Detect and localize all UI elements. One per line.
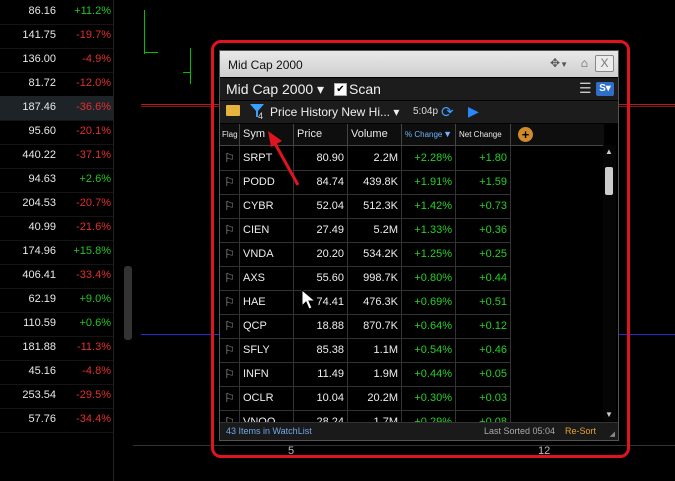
row-change: -20.7% — [76, 197, 111, 209]
mouse-cursor-icon — [301, 289, 317, 310]
row-change: +11.2% — [74, 5, 111, 17]
row-price: 110.59 — [23, 317, 56, 329]
list-item[interactable]: 40.99 -21.6% — [0, 216, 113, 241]
row-change: -21.6% — [76, 221, 111, 233]
row-change: -19.7% — [76, 29, 111, 41]
list-item[interactable]: 181.88 -11.3% — [0, 336, 113, 361]
row-change: +0.6% — [79, 317, 112, 329]
row-change: -4.9% — [82, 53, 111, 65]
list-item[interactable]: 86.16 +11.2% — [0, 0, 113, 25]
row-price: 57.76 — [28, 413, 56, 425]
row-change: -33.4% — [76, 269, 111, 281]
row-price: 45.16 — [28, 365, 56, 377]
list-item[interactable]: 110.59 +0.6% — [0, 312, 113, 337]
row-change: -36.6% — [76, 101, 111, 113]
row-price: 62.19 — [28, 293, 56, 305]
row-price: 95.60 — [28, 125, 56, 137]
list-item[interactable]: 45.16 -4.8% — [0, 360, 113, 385]
row-change: +2.6% — [79, 173, 112, 185]
row-price: 40.99 — [28, 221, 56, 233]
list-item[interactable]: 94.63 +2.6% — [0, 168, 113, 193]
list-item[interactable]: 204.53 -20.7% — [0, 192, 113, 217]
background-scrollbar-thumb[interactable] — [124, 266, 132, 340]
list-item[interactable]: 141.75 -19.7% — [0, 24, 113, 49]
row-price: 141.75 — [22, 29, 56, 41]
row-change: -12.0% — [76, 77, 111, 89]
list-item[interactable]: 174.96 +15.8% — [0, 240, 113, 265]
row-price: 440.22 — [22, 149, 56, 161]
row-price: 187.46 — [22, 101, 56, 113]
row-price: 406.41 — [22, 269, 56, 281]
row-price: 81.72 — [28, 77, 56, 89]
chart-bar — [190, 48, 191, 84]
row-change: +15.8% — [73, 245, 111, 257]
divider — [113, 0, 114, 481]
list-item[interactable]: 440.22 -37.1% — [0, 144, 113, 169]
row-price: 253.54 — [22, 389, 56, 401]
chart-bar-tick — [183, 72, 191, 73]
list-item[interactable]: 187.46 -36.6% — [0, 96, 113, 121]
row-price: 181.88 — [22, 341, 56, 353]
row-price: 86.16 — [28, 5, 56, 17]
background-price-list: 86.16 +11.2% 141.75 -19.7% 136.00 -4.9% 81.72 -… — [0, 0, 113, 481]
list-item[interactable]: 81.72 -12.0% — [0, 72, 113, 97]
chart-bar — [144, 10, 145, 54]
row-change: -4.8% — [82, 365, 111, 377]
row-change: +9.0% — [79, 293, 112, 305]
row-change: -11.3% — [76, 341, 111, 353]
list-item[interactable]: 95.60 -20.1% — [0, 120, 113, 145]
row-change: -29.5% — [76, 389, 111, 401]
annotation-frame — [211, 40, 630, 458]
list-item[interactable]: 57.76 -34.4% — [0, 408, 113, 433]
chart-bar-tick — [144, 52, 158, 53]
row-price: 204.53 — [22, 197, 56, 209]
list-item[interactable]: 62.19 +9.0% — [0, 288, 113, 313]
row-price: 94.63 — [28, 173, 56, 185]
row-price: 136.00 — [22, 53, 56, 65]
row-change: -37.1% — [76, 149, 111, 161]
list-item[interactable]: 253.54 -29.5% — [0, 384, 113, 409]
list-item[interactable]: 406.41 -33.4% — [0, 264, 113, 289]
row-price: 174.96 — [22, 245, 56, 257]
row-change: -34.4% — [76, 413, 111, 425]
list-item[interactable]: 136.00 -4.9% — [0, 48, 113, 73]
row-change: -20.1% — [76, 125, 111, 137]
